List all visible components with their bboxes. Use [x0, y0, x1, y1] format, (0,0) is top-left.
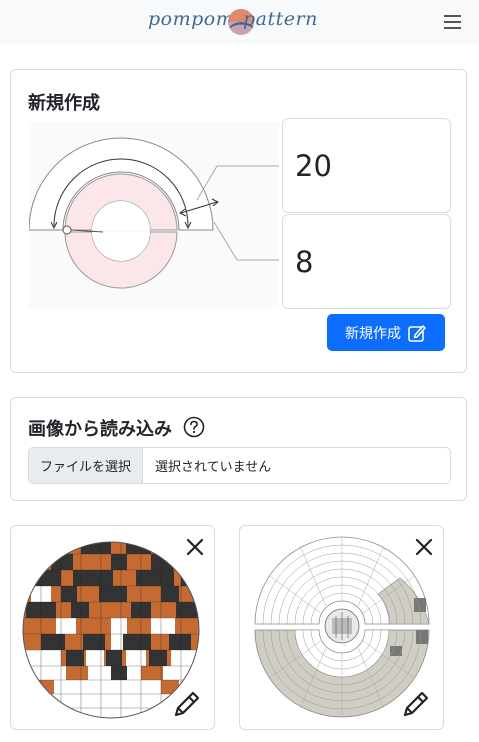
create-new-button[interactable]: 新規作成: [327, 314, 445, 351]
saved-pattern-thumbnail[interactable]: [239, 525, 444, 730]
new-pattern-title: 新規作成: [28, 93, 100, 114]
navbar: pompom pattern: [0, 0, 479, 45]
saved-pattern-thumbnail[interactable]: [10, 525, 215, 730]
pencil-icon[interactable]: [400, 688, 432, 720]
pompom-size-diagram: [29, 122, 279, 308]
create-new-label: 新規作成: [345, 325, 401, 342]
question-circle-icon[interactable]: [183, 416, 205, 438]
file-status-text: 選択されていません: [155, 460, 272, 475]
new-pattern-card: 新規作成 20 8 新規作成: [10, 69, 467, 373]
close-icon[interactable]: [186, 538, 204, 556]
logo-text-left: pompom: [148, 8, 235, 30]
file-upload-input[interactable]: ファイルを選択 選択されていません: [28, 447, 451, 484]
outer-size-input[interactable]: 20: [282, 118, 451, 213]
app-logo[interactable]: pompom pattern: [148, 4, 320, 40]
close-icon[interactable]: [415, 538, 433, 556]
import-image-card: 画像から読み込み ファイルを選択 選択されていません: [10, 397, 467, 501]
import-image-title: 画像から読み込み: [28, 419, 172, 440]
edit-icon: [408, 324, 426, 342]
hamburger-menu-icon[interactable]: [440, 11, 466, 33]
inner-size-input[interactable]: 8: [282, 214, 451, 309]
logo-text-right: pattern: [243, 8, 318, 30]
choose-file-button[interactable]: ファイルを選択: [29, 448, 143, 483]
pencil-icon[interactable]: [171, 688, 203, 720]
